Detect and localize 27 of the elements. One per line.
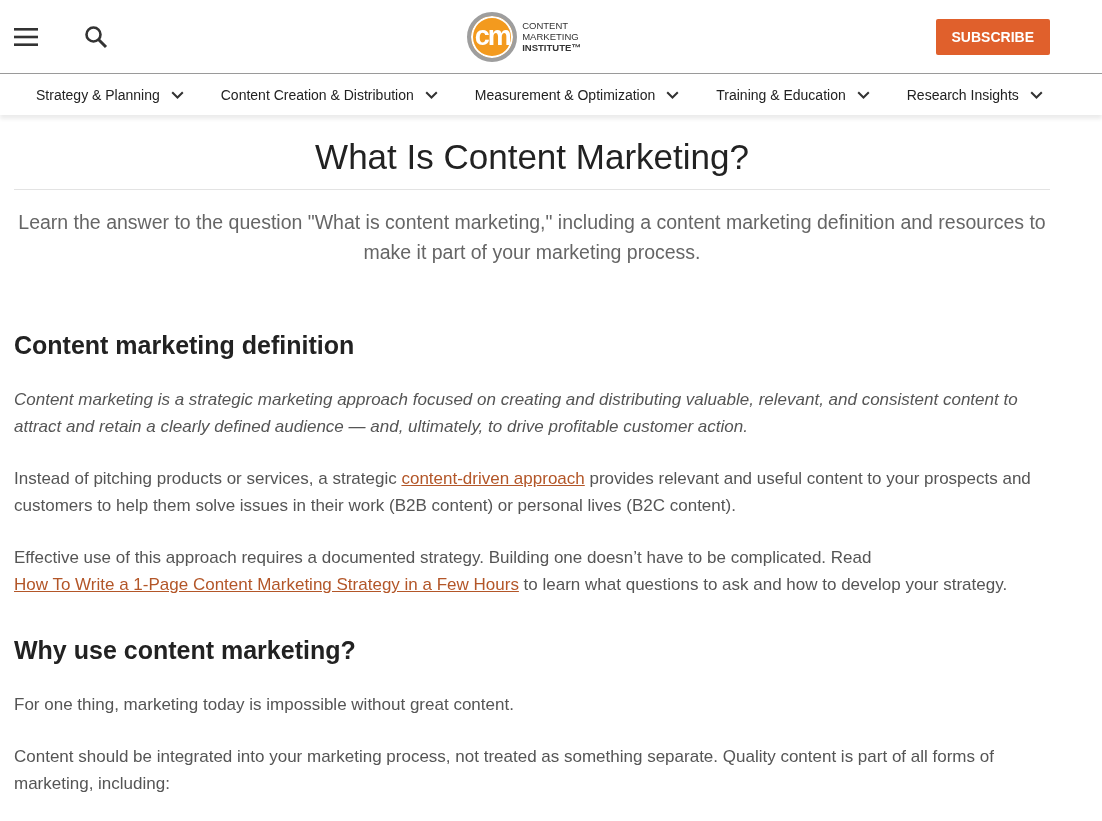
paragraph: Instead of pitching products or services, a strategic content-driven approach provides relevant and useful content to your prospects and customers to help them solve issues in their work (B2B content) or personal lives (B2C content). <box>14 468 1032 517</box>
nav-link[interactable]: Content Creation & Distribution <box>220 86 414 103</box>
chevron-down-icon[interactable] <box>666 90 680 99</box>
nav-link[interactable]: Measurement & Optimization <box>474 86 656 103</box>
nav-link[interactable]: Strategy & Planning <box>36 86 160 103</box>
paragraph: Effective use of this approach requires a documented strategy. Building one doesn’t have to be complicated. Read How To Write a 1-Page Content Marketing Strategy in a Few Hours to learn what questions to ask and how to develop your strategy. <box>14 547 1009 596</box>
paragraph: Content should be integrated into your marketing process, not treated as something separate. Quality content is part of all forms of marketing, including: <box>14 746 995 795</box>
intro-text: Learn the answer to the question "What is content marketing," including a content marketing definition and resources to make it part of your marketing process. <box>17 210 1047 265</box>
chevron-down-icon[interactable] <box>170 90 184 99</box>
section-heading: Content marketing definition <box>14 331 356 360</box>
chevron-down-icon[interactable] <box>856 90 870 99</box>
page-title: What Is Content Marketing? <box>14 137 1050 190</box>
definition-text: Content marketing is a strategic marketing approach focused on creating and distributing valuable, relevant, and consistent content to attract and retain a clearly defined audience — and, ultimately, to drive profitable customer action. <box>14 389 1019 438</box>
menu-icon[interactable] <box>14 26 38 47</box>
logo-text[interactable]: INSTITUTE™ <box>522 42 581 53</box>
chevron-down-icon[interactable] <box>424 90 438 99</box>
logo-text[interactable]: MARKETING <box>522 31 581 42</box>
search-icon[interactable] <box>84 24 108 49</box>
text-link[interactable]: content-driven approach <box>401 469 585 488</box>
chevron-down-icon[interactable] <box>1029 90 1043 99</box>
nav-link[interactable]: Training & Education <box>716 86 846 103</box>
text-link[interactable]: How To Write a 1-Page Content Marketing Strategy in a Few Hours <box>14 575 519 594</box>
subscribe-button[interactable]: SUBSCRIBE <box>935 18 1050 55</box>
logo-text[interactable]: CONTENT <box>522 20 581 31</box>
section-heading: Why use content marketing? <box>14 636 357 665</box>
nav-link[interactable]: Research Insights <box>906 86 1019 103</box>
paragraph: For one thing, marketing today is impossible without great content. <box>14 694 515 716</box>
